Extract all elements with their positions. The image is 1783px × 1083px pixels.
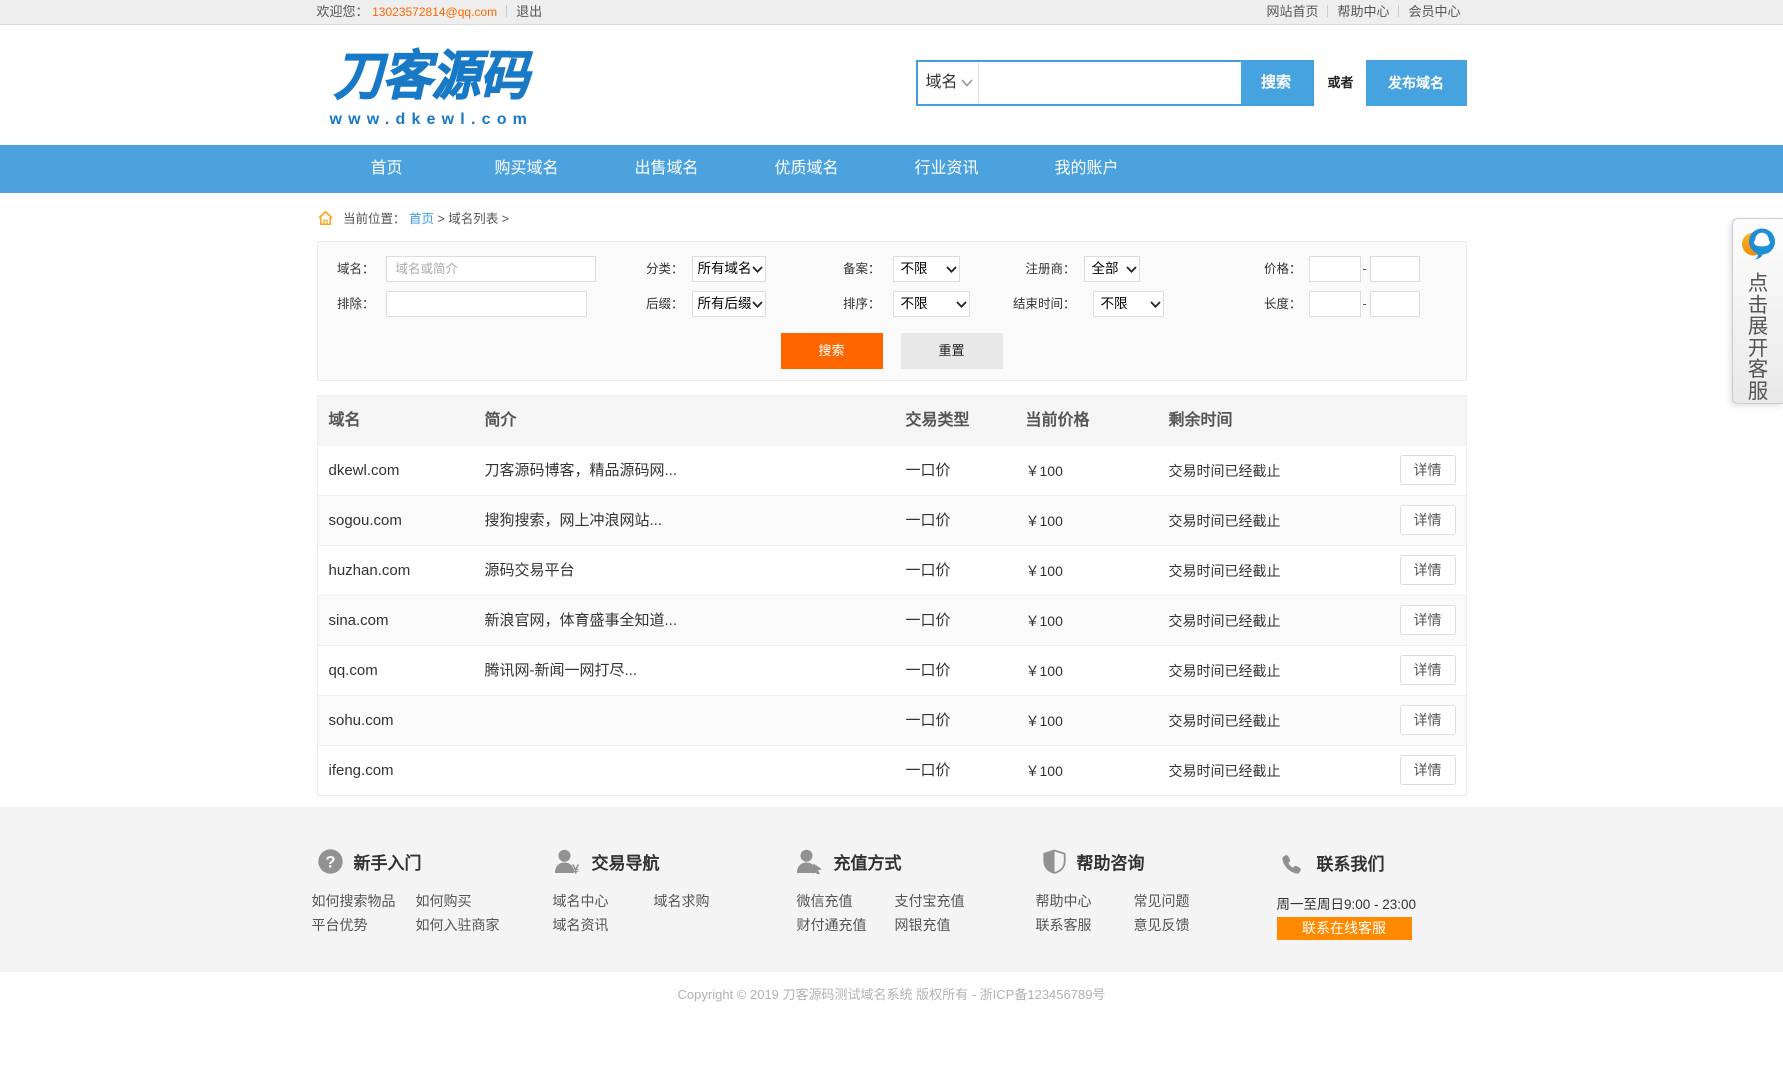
svg-text:¥: ¥ xyxy=(572,862,580,875)
svg-text:?: ? xyxy=(325,854,335,872)
